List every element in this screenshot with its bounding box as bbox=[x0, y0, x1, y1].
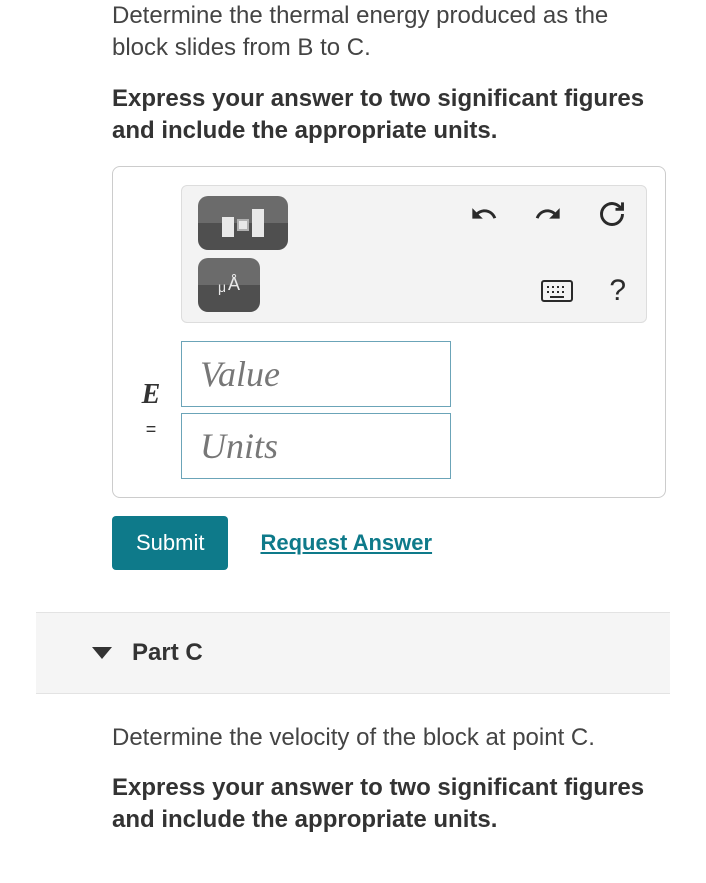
chevron-down-icon bbox=[92, 647, 112, 659]
redo-button[interactable] bbox=[530, 196, 566, 232]
action-row: Submit Request Answer bbox=[112, 516, 666, 570]
answer-box: μÅ bbox=[112, 166, 666, 498]
undo-icon bbox=[470, 200, 498, 228]
reset-button[interactable] bbox=[594, 196, 630, 232]
part-c-question: Determine the velocity of the block at p… bbox=[112, 722, 666, 754]
units-button[interactable]: μÅ bbox=[198, 258, 260, 312]
templates-icon bbox=[222, 209, 264, 237]
instruction-text: Express your answer to two significant f… bbox=[112, 83, 666, 148]
question-text: Determine the thermal energy produced as… bbox=[112, 0, 666, 65]
variable-label: E bbox=[131, 379, 171, 411]
keyboard-button[interactable] bbox=[537, 276, 577, 306]
redo-icon bbox=[534, 200, 562, 228]
part-c-title: Part C bbox=[132, 639, 203, 667]
equation-toolbar: μÅ bbox=[181, 185, 647, 323]
equals-sign: = bbox=[146, 419, 157, 440]
undo-button[interactable] bbox=[466, 196, 502, 232]
reset-icon bbox=[598, 200, 626, 228]
templates-button[interactable] bbox=[198, 196, 288, 250]
input-row: E = bbox=[131, 341, 647, 479]
units-input[interactable] bbox=[181, 413, 451, 479]
submit-button[interactable]: Submit bbox=[112, 516, 228, 570]
help-button[interactable]: ? bbox=[605, 270, 630, 312]
part-c-instruction: Express your answer to two significant f… bbox=[112, 772, 666, 837]
request-answer-link[interactable]: Request Answer bbox=[260, 530, 432, 556]
keyboard-icon bbox=[541, 280, 573, 302]
part-c-header[interactable]: Part C bbox=[36, 612, 670, 694]
value-input[interactable] bbox=[181, 341, 451, 407]
units-icon: μÅ bbox=[218, 274, 240, 295]
